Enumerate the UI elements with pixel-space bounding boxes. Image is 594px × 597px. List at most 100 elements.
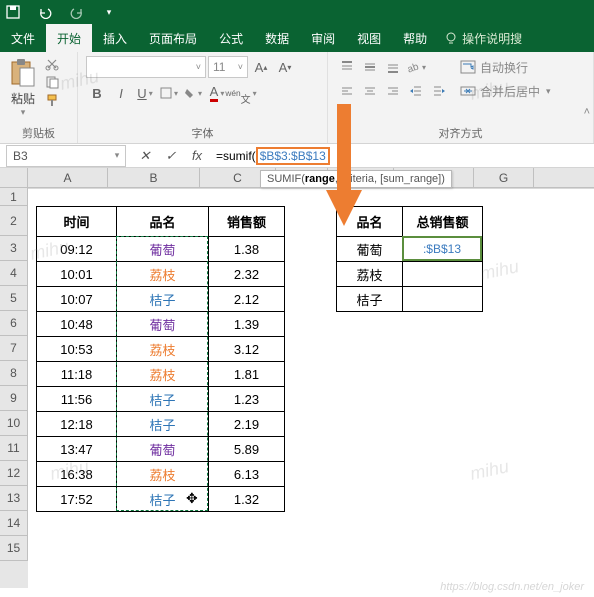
row-header-3[interactable]: 3: [0, 236, 28, 261]
redo-icon[interactable]: [70, 5, 84, 19]
row-header-4[interactable]: 4: [0, 261, 28, 286]
align-center-icon[interactable]: [359, 80, 381, 102]
row-header-8[interactable]: 8: [0, 361, 28, 386]
cell-name[interactable]: 桔子: [337, 287, 403, 312]
row-header-13[interactable]: 13: [0, 486, 28, 511]
cell-sales[interactable]: 1.38: [209, 237, 285, 262]
col-header-A[interactable]: A: [28, 168, 108, 187]
row-header-2[interactable]: 2: [0, 206, 28, 236]
border-button[interactable]: [158, 82, 180, 104]
phonetic-button[interactable]: wén文: [230, 82, 252, 104]
fill-color-button[interactable]: [182, 82, 204, 104]
cell-time[interactable]: 17:52: [37, 487, 117, 512]
cell-time[interactable]: 10:07: [37, 287, 117, 312]
customize-qat-icon[interactable]: ▾: [102, 5, 116, 19]
tab-insert[interactable]: 插入: [92, 24, 138, 52]
row-header-11[interactable]: 11: [0, 436, 28, 461]
tab-layout[interactable]: 页面布局: [138, 24, 208, 52]
save-icon[interactable]: [6, 5, 20, 19]
cell-time[interactable]: 10:48: [37, 312, 117, 337]
align-right-icon[interactable]: [382, 80, 404, 102]
select-all-corner[interactable]: [0, 168, 28, 187]
tab-help[interactable]: 帮助: [392, 24, 438, 52]
table-row[interactable]: 13:47葡萄5.89: [37, 437, 285, 462]
cell-time[interactable]: 09:12: [37, 237, 117, 262]
cell-total[interactable]: [403, 262, 483, 287]
table-row[interactable]: 10:07桔子2.12: [37, 287, 285, 312]
cell-name[interactable]: 桔子: [117, 287, 209, 312]
tab-view[interactable]: 视图: [346, 24, 392, 52]
undo-icon[interactable]: [38, 5, 52, 19]
cell-name[interactable]: 葡萄: [117, 437, 209, 462]
row-header-6[interactable]: 6: [0, 311, 28, 336]
cell-name[interactable]: 荔枝: [117, 462, 209, 487]
t2-header-total[interactable]: 总销售额: [403, 207, 483, 237]
cell-name[interactable]: 荔枝: [117, 262, 209, 287]
tell-me[interactable]: 操作说明搜: [444, 30, 522, 47]
font-size-combo[interactable]: 11˅: [208, 56, 248, 78]
cell-time[interactable]: 10:01: [37, 262, 117, 287]
cancel-formula-button[interactable]: ✕: [132, 145, 158, 167]
row-header-1[interactable]: 1: [0, 188, 28, 206]
row-header-7[interactable]: 7: [0, 336, 28, 361]
name-box-dropdown-icon[interactable]: ▾: [109, 150, 125, 161]
cells-area[interactable]: 时间品名销售额 09:12葡萄1.3810:01荔枝2.3210:07桔子2.1…: [28, 188, 594, 588]
tab-data[interactable]: 数据: [254, 24, 300, 52]
t1-header-time[interactable]: 时间: [37, 207, 117, 237]
bold-button[interactable]: B: [86, 82, 108, 104]
cell-name[interactable]: 荔枝: [117, 337, 209, 362]
row-header-9[interactable]: 9: [0, 386, 28, 411]
italic-button[interactable]: I: [110, 82, 132, 104]
cell-sales[interactable]: 5.89: [209, 437, 285, 462]
increase-indent-icon[interactable]: [428, 80, 450, 102]
cell-sales[interactable]: 1.23: [209, 387, 285, 412]
cell-name[interactable]: 桔子: [117, 412, 209, 437]
tab-review[interactable]: 审阅: [300, 24, 346, 52]
merge-center-button[interactable]: 合并后居中▾: [460, 80, 551, 102]
cut-icon[interactable]: [42, 56, 62, 72]
cell-time[interactable]: 13:47: [37, 437, 117, 462]
wrap-text-button[interactable]: 自动换行: [460, 56, 551, 78]
table-row[interactable]: 16:38荔枝6.13: [37, 462, 285, 487]
collapse-ribbon-icon[interactable]: ˄: [584, 106, 590, 118]
fx-button[interactable]: fx: [184, 145, 210, 167]
align-middle-icon[interactable]: [359, 56, 381, 78]
row-header-10[interactable]: 10: [0, 411, 28, 436]
orientation-icon[interactable]: ab: [405, 56, 427, 78]
formula-input[interactable]: =sumif($B$3:$B$13 SUMIF(range, criteria,…: [210, 147, 594, 165]
cell-sales[interactable]: 2.19: [209, 412, 285, 437]
cell-sales[interactable]: 1.81: [209, 362, 285, 387]
row-header-15[interactable]: 15: [0, 536, 28, 561]
align-top-icon[interactable]: [336, 56, 358, 78]
tab-file[interactable]: 文件: [0, 24, 46, 52]
cell-time[interactable]: 16:38: [37, 462, 117, 487]
paste-icon[interactable]: [8, 58, 38, 88]
cell-time[interactable]: 12:18: [37, 412, 117, 437]
cell-name[interactable]: 葡萄: [117, 312, 209, 337]
tab-home[interactable]: 开始: [46, 24, 92, 52]
cell-sales[interactable]: 1.32: [209, 487, 285, 512]
cell-name[interactable]: 荔枝: [337, 262, 403, 287]
table-row[interactable]: 10:53荔枝3.12: [37, 337, 285, 362]
cell-sales[interactable]: 1.39: [209, 312, 285, 337]
paste-label[interactable]: 粘贴: [11, 90, 35, 107]
row-header-5[interactable]: 5: [0, 286, 28, 311]
cell-time[interactable]: 11:18: [37, 362, 117, 387]
row-header-12[interactable]: 12: [0, 461, 28, 486]
t2-header-name[interactable]: 品名: [337, 207, 403, 237]
align-left-icon[interactable]: [336, 80, 358, 102]
table-row[interactable]: 12:18桔子2.19: [37, 412, 285, 437]
cell-name[interactable]: 葡萄: [337, 237, 403, 262]
cell-name[interactable]: 葡萄: [117, 237, 209, 262]
cell-time[interactable]: 10:53: [37, 337, 117, 362]
cell-sales[interactable]: 3.12: [209, 337, 285, 362]
row-header-14[interactable]: 14: [0, 511, 28, 536]
table-row[interactable]: 09:12葡萄1.38: [37, 237, 285, 262]
col-header-G[interactable]: G: [474, 168, 534, 187]
cell-name[interactable]: 桔子: [117, 487, 209, 512]
table-row[interactable]: 17:52桔子1.32: [37, 487, 285, 512]
decrease-indent-icon[interactable]: [405, 80, 427, 102]
cell-sales[interactable]: 2.12: [209, 287, 285, 312]
paste-dropdown-icon[interactable]: ▾: [21, 107, 26, 118]
cell-name[interactable]: 荔枝: [117, 362, 209, 387]
